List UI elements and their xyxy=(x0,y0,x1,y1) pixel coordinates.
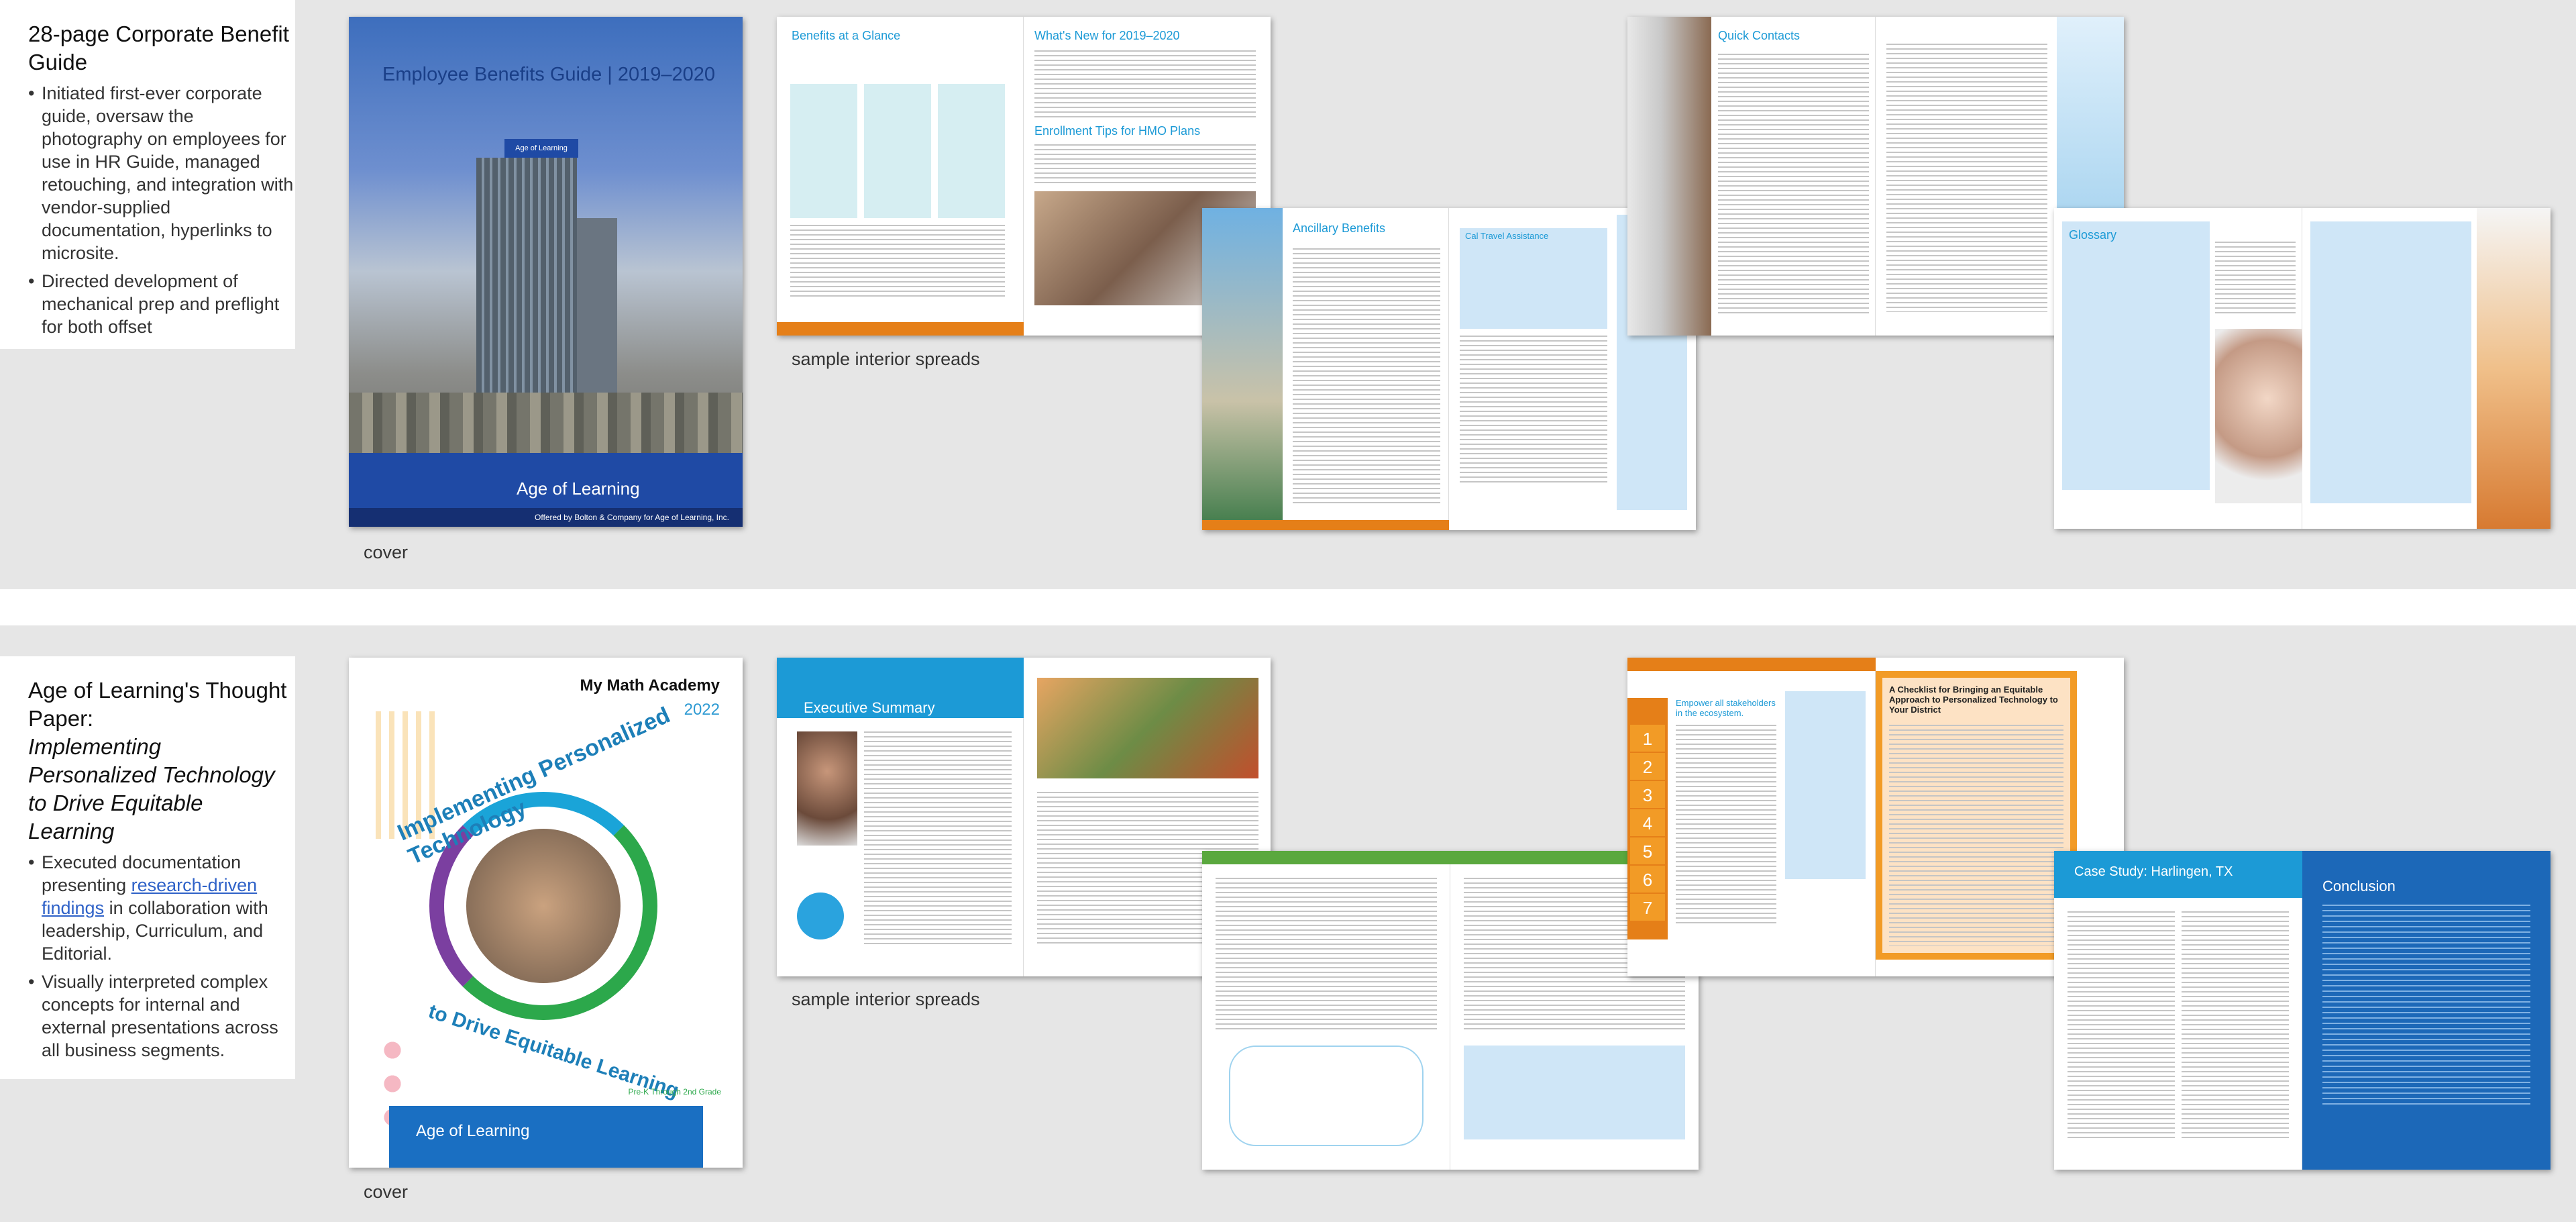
section-divider xyxy=(0,589,2576,625)
step-number: 3 xyxy=(1630,781,1665,808)
cover-caption: cover xyxy=(364,542,409,562)
interior-spread: Ancillary Benefits Cal Travel Assistance xyxy=(1202,208,1696,530)
body-text xyxy=(2182,911,2289,1139)
step-number: 5 xyxy=(1630,837,1665,864)
spread-title: Executive Summary xyxy=(804,699,935,716)
step-number: 7 xyxy=(1630,894,1665,921)
heading-line: Age of Learning's Thought Paper: xyxy=(28,678,287,731)
thought-paper-bullets: Executed documentation presenting resear… xyxy=(28,851,295,1062)
footer-bar xyxy=(1202,520,1449,530)
bullet-item: Executed documentation presenting resear… xyxy=(28,851,295,965)
classroom-photo xyxy=(1037,678,1258,778)
checklist-items xyxy=(1889,725,2063,946)
thought-paper-description: Age of Learning's Thought Paper: Impleme… xyxy=(0,656,295,1079)
spread-title: Cal Travel Assistance xyxy=(1465,231,1549,241)
content-box xyxy=(938,84,1005,218)
body-text xyxy=(2215,242,2296,315)
body-text xyxy=(2322,905,2530,1106)
interior-spread: Glossary xyxy=(2054,208,2551,529)
step-number: 2 xyxy=(1630,753,1665,780)
step-number: 6 xyxy=(1630,866,1665,893)
student-photo xyxy=(797,731,857,846)
benefit-guide-cover: Employee Benefits Guide | 2019–2020 Age … xyxy=(349,17,743,527)
spread-title: Glossary xyxy=(2069,228,2117,242)
body-text xyxy=(1034,50,1256,117)
checklist-title: A Checklist for Bringing an Equitable Ap… xyxy=(1889,684,2058,715)
benefit-guide-description: 28-page Corporate Benefit Guide Initiate… xyxy=(0,0,295,349)
step-number: 1 xyxy=(1630,725,1665,752)
ice-cream-photo xyxy=(2477,208,2551,529)
spread-title: Conclusion xyxy=(2322,878,2396,895)
heading-italic: Implementing Personalized Technology to … xyxy=(28,734,275,844)
cover-caption: cover xyxy=(364,1182,409,1202)
interior-spread: Quick Contacts xyxy=(1627,17,2124,336)
interior-spread: Executive Summary xyxy=(777,658,1271,976)
whiteboard-photo xyxy=(1627,17,1711,336)
content-box xyxy=(1785,691,1866,879)
content-box xyxy=(2310,221,2471,503)
cycle-diagram xyxy=(1229,1046,1424,1146)
interior-spread: Case Study: Harlingen, TX Conclusion xyxy=(2054,851,2551,1170)
cover-title: Employee Benefits Guide | 2019–2020 xyxy=(382,64,716,85)
spread-title: Ancillary Benefits xyxy=(1293,221,1386,235)
spreads-caption: sample interior spreads xyxy=(792,989,980,1009)
content-box xyxy=(790,84,857,218)
interior-spread: Benefits at a Glance What's New for 2019… xyxy=(777,17,1271,336)
body-text xyxy=(1293,248,1440,503)
child-photo xyxy=(2215,329,2302,503)
bullet-item: Visually interpreted complex concepts fo… xyxy=(28,970,295,1062)
bullet-item: Directed development of mechanical prep … xyxy=(28,270,295,338)
interior-spread: 1 2 3 4 5 6 7 Empower all stakeholders i… xyxy=(1627,658,2124,976)
thought-paper-cover: My Math Academy 2022 Implementing Person… xyxy=(349,658,743,1168)
body-text xyxy=(1460,336,1607,483)
spread-title: Benefits at a Glance xyxy=(792,29,901,42)
body-text xyxy=(2068,911,2175,1139)
content-box xyxy=(1460,228,1607,329)
header-bar xyxy=(1627,658,1876,671)
benefit-guide-heading: 28-page Corporate Benefit Guide xyxy=(28,21,289,74)
step-number: 4 xyxy=(1630,809,1665,836)
body-text xyxy=(1886,44,2047,312)
content-box xyxy=(864,84,931,218)
body-text xyxy=(1034,144,1256,185)
header-bar xyxy=(1202,851,1450,864)
spread-title: Case Study: Harlingen, TX xyxy=(2074,864,2233,879)
brand-footer: Age of Learning xyxy=(389,1106,703,1168)
footer-bar xyxy=(777,322,1024,336)
spread-title: What's New for 2019–2020 xyxy=(1034,29,1180,42)
content-box xyxy=(2062,221,2210,490)
callout-box xyxy=(1464,1046,1685,1139)
spread-subtitle: Enrollment Tips for HMO Plans xyxy=(1034,124,1201,138)
body-text xyxy=(1216,878,1437,1032)
body-text xyxy=(864,731,1012,946)
brand-logo: Age of Learning xyxy=(517,478,640,499)
spread-title: Quick Contacts xyxy=(1718,29,1801,42)
thought-paper-heading: Age of Learning's Thought Paper: Impleme… xyxy=(28,676,295,846)
benefit-guide-bullets: Initiated first-ever corporate guide, ov… xyxy=(28,82,295,338)
bullet-item: Initiated first-ever corporate guide, ov… xyxy=(28,82,295,264)
mascot-icon xyxy=(797,893,844,939)
benefit-guide-section: 28-page Corporate Benefit Guide Initiate… xyxy=(0,0,2576,589)
offered-by-text: Offered by Bolton & Company for Age of L… xyxy=(349,508,743,527)
landmark-photo xyxy=(1202,208,1283,530)
body-text xyxy=(1676,725,1776,926)
building-sign: Age of Learning xyxy=(504,139,578,158)
body-text xyxy=(1718,54,1869,315)
interior-spread xyxy=(1202,851,1699,1170)
spread-subtitle: Empower all stakeholders in the ecosyste… xyxy=(1676,698,1776,718)
classroom-photo xyxy=(466,829,621,983)
spreads-caption: sample interior spreads xyxy=(792,349,980,369)
grade-range: Pre-K Through 2nd Grade xyxy=(628,1087,721,1097)
body-text xyxy=(790,225,1005,299)
